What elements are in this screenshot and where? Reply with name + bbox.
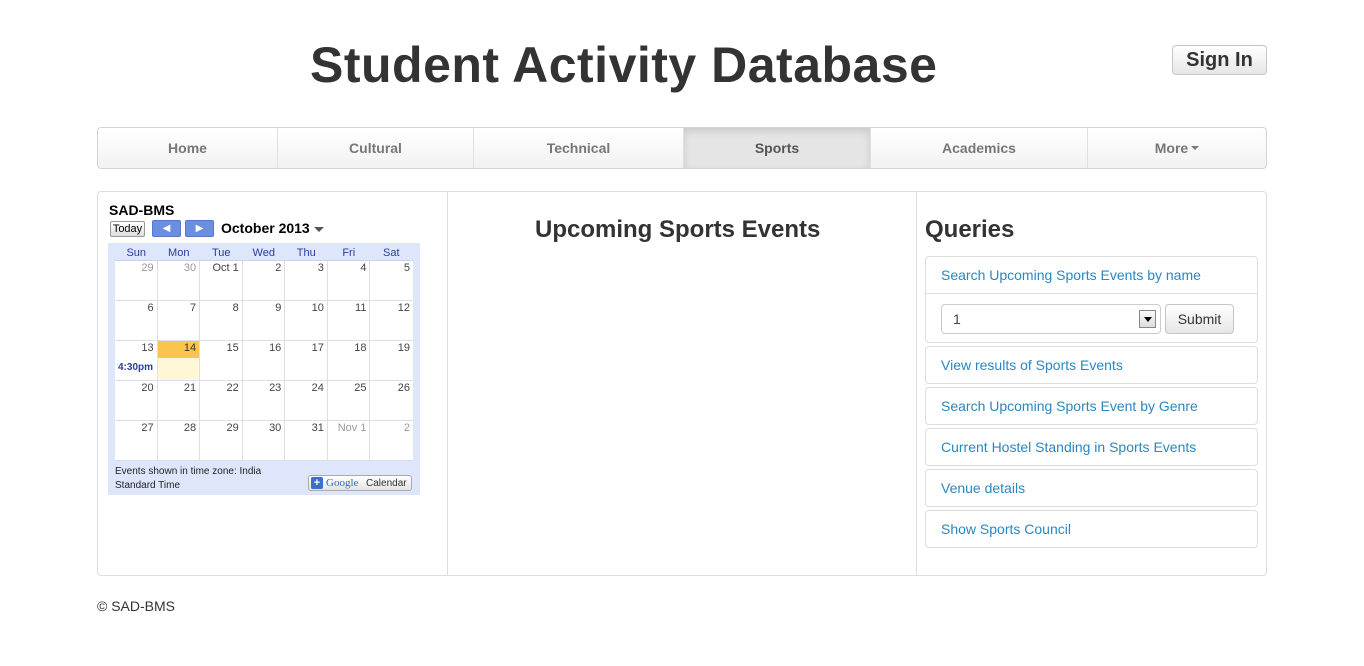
nav-more-dropdown[interactable]: More <box>1088 128 1266 168</box>
calendar-week: 6 7 8 9 10 11 12 <box>115 301 413 341</box>
calendar-label: Calendar <box>366 478 407 489</box>
calendar-day[interactable]: 27 <box>115 421 158 460</box>
calendar-week: 13 4:30pm 14 15 16 17 18 19 <box>115 341 413 381</box>
content-panel: SAD-BMS Today ◀ ▶ October 2013 Sun Mon T… <box>97 191 1267 576</box>
dropdown-arrow-icon[interactable] <box>1139 310 1156 328</box>
calendar-today-button[interactable]: Today <box>110 221 145 237</box>
select-value: 1 <box>953 311 961 327</box>
site-title: Student Activity Database <box>310 37 938 93</box>
weekday-label: Fri <box>342 247 356 259</box>
venue-details-link[interactable]: Venue details <box>925 469 1258 507</box>
calendar-day[interactable]: 17 <box>285 341 328 380</box>
calendar-day[interactable]: 8 <box>200 301 243 340</box>
search-by-name-group: Search Upcoming Sports Events by name 1 … <box>925 256 1258 343</box>
calendar-toolbar: Today ◀ ▶ October 2013 <box>108 220 420 240</box>
weekday-label: Thu <box>296 247 316 259</box>
calendar-day[interactable]: 23 <box>243 381 286 420</box>
calendar-day[interactable]: 31 <box>285 421 328 460</box>
calendar-day[interactable]: 21 <box>158 381 201 420</box>
calendar-prev-button[interactable]: ◀ <box>152 220 181 237</box>
queries-title: Queries <box>925 216 1015 243</box>
search-form: 1 Submit <box>926 294 1257 342</box>
month-dropdown-icon[interactable] <box>314 227 324 232</box>
nav-technical[interactable]: Technical <box>474 128 684 168</box>
nav-academics[interactable]: Academics <box>871 128 1088 168</box>
sign-in-button[interactable]: Sign In <box>1172 45 1267 75</box>
nav-sports[interactable]: Sports <box>684 128 871 168</box>
calendar-day[interactable]: 7 <box>158 301 201 340</box>
weekday-label: Wed <box>252 247 275 259</box>
main-navbar: Home Cultural Technical Sports Academics… <box>97 127 1267 169</box>
calendar-event[interactable]: 4:30pm <box>118 362 153 373</box>
calendar-title: SAD-BMS <box>109 202 175 218</box>
timezone-note: Events shown in time zone: India Standar… <box>115 466 262 491</box>
calendar-day[interactable]: 5 <box>370 261 413 300</box>
footer-copyright: © SAD-BMS <box>97 598 175 614</box>
submit-button[interactable]: Submit <box>1165 304 1234 334</box>
chevron-left-icon: ◀ <box>162 223 171 234</box>
calendar-month: October 2013 <box>221 220 310 236</box>
calendar-weeks: 29 30 Oct 1 2 3 4 5 6 7 8 9 10 11 12 13 … <box>115 260 413 461</box>
embedded-calendar: SAD-BMS Today ◀ ▶ October 2013 Sun Mon T… <box>108 202 420 495</box>
calendar-day[interactable]: 25 <box>328 381 371 420</box>
column-divider <box>447 192 448 575</box>
queries-panel: Queries Search Upcoming Sports Events by… <box>925 216 1258 551</box>
calendar-grid: Sun Mon Tue Wed Thu Fri Sat 29 30 Oct 1 … <box>108 243 420 495</box>
calendar-day-today[interactable]: 14 <box>157 341 201 380</box>
hostel-standing-link[interactable]: Current Hostel Standing in Sports Events <box>925 428 1258 466</box>
sports-council-link[interactable]: Show Sports Council <box>925 510 1258 548</box>
calendar-day[interactable]: 9 <box>243 301 286 340</box>
calendar-week: 20 21 22 23 24 25 26 <box>115 381 413 421</box>
search-by-name-link[interactable]: Search Upcoming Sports Events by name <box>926 257 1257 294</box>
calendar-day[interactable]: 30 <box>243 421 286 460</box>
calendar-day[interactable]: 12 <box>370 301 413 340</box>
calendar-day[interactable]: 29 <box>200 421 243 460</box>
calendar-day[interactable]: 20 <box>115 381 158 420</box>
calendar-day[interactable]: 19 <box>370 341 413 380</box>
google-logo-text: Google <box>326 477 359 489</box>
calendar-day[interactable]: Nov 1 <box>328 421 371 460</box>
calendar-day[interactable]: 30 <box>158 261 201 300</box>
calendar-day[interactable]: 3 <box>285 261 328 300</box>
plus-icon: + <box>311 477 323 489</box>
calendar-day[interactable]: 6 <box>115 301 158 340</box>
calendar-day[interactable]: Oct 1 <box>200 261 243 300</box>
calendar-day[interactable]: 4 <box>328 261 371 300</box>
calendar-day[interactable]: 15 <box>200 341 243 380</box>
calendar-day[interactable]: 11 <box>328 301 371 340</box>
weekday-label: Mon <box>168 247 190 259</box>
calendar-day[interactable]: 29 <box>115 261 158 300</box>
calendar-week: 29 30 Oct 1 2 3 4 5 <box>115 261 413 301</box>
calendar-day[interactable]: 13 4:30pm <box>115 341 158 380</box>
calendar-day[interactable]: 10 <box>285 301 328 340</box>
calendar-day[interactable]: 22 <box>200 381 243 420</box>
calendar-day[interactable]: 18 <box>328 341 371 380</box>
calendar-day[interactable]: 16 <box>243 341 286 380</box>
calendar-day[interactable]: 26 <box>370 381 413 420</box>
weekday-label: Sun <box>126 247 147 259</box>
weekday-label: Sat <box>382 247 400 259</box>
calendar-week: 27 28 29 30 31 Nov 1 2 <box>115 421 413 461</box>
chevron-right-icon: ▶ <box>195 223 204 234</box>
weekday-header: Sun Mon Tue Wed Thu Fri Sat <box>115 247 413 259</box>
caret-down-icon <box>1191 146 1200 151</box>
calendar-day[interactable]: 2 <box>370 421 413 460</box>
event-select[interactable]: 1 <box>941 304 1161 334</box>
nav-home[interactable]: Home <box>98 128 278 168</box>
calendar-day[interactable]: 2 <box>243 261 286 300</box>
calendar-next-button[interactable]: ▶ <box>185 220 214 237</box>
calendar-day[interactable]: 28 <box>158 421 201 460</box>
weekday-label: Tue <box>211 247 231 259</box>
column-divider <box>916 192 917 575</box>
search-by-genre-link[interactable]: Search Upcoming Sports Event by Genre <box>925 387 1258 425</box>
add-to-google-calendar-button[interactable]: + Google Calendar <box>308 475 412 491</box>
nav-cultural[interactable]: Cultural <box>278 128 474 168</box>
upcoming-events-heading: Upcoming Sports Events <box>535 216 821 243</box>
nav-more-label: More <box>1154 140 1189 156</box>
calendar-day[interactable]: 24 <box>285 381 328 420</box>
view-results-link[interactable]: View results of Sports Events <box>925 346 1258 384</box>
